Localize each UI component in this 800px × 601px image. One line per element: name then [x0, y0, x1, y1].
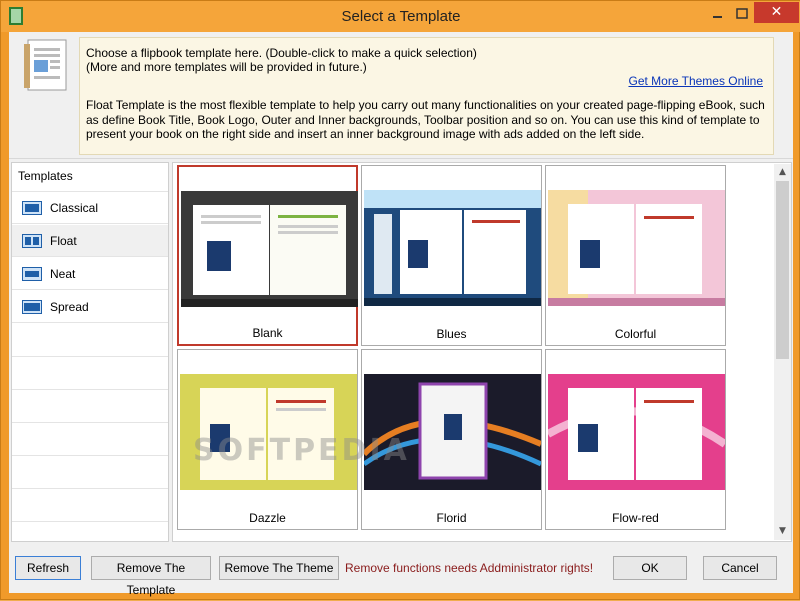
list-header: Templates [18, 169, 73, 183]
info-box: Choose a flipbook template here. (Double… [79, 37, 774, 155]
neat-template-icon [22, 267, 42, 281]
maximize-icon[interactable] [729, 3, 755, 25]
admin-rights-warning: Remove functions needs Addministrator ri… [345, 561, 594, 575]
template-name: Dazzle [249, 511, 286, 525]
divider [12, 521, 168, 522]
template-thumbnail [548, 190, 725, 306]
template-tile-flow-red[interactable]: Flow-red [545, 349, 726, 530]
template-thumbnail [180, 374, 357, 490]
divider [12, 389, 168, 390]
category-item-classical[interactable]: Classical [12, 192, 168, 224]
category-label: Neat [50, 267, 76, 281]
document-icon [24, 39, 67, 91]
ok-button[interactable]: OK [613, 556, 687, 580]
scrollbar-thumb[interactable] [776, 181, 789, 359]
info-note: (More and more templates will be provide… [86, 60, 367, 74]
category-label: Float [50, 234, 77, 248]
category-label: Spread [50, 300, 89, 314]
vertical-scrollbar[interactable]: ▲ ▼ [774, 164, 791, 540]
template-thumbnail [364, 190, 541, 306]
cancel-button[interactable]: Cancel [703, 556, 777, 580]
template-thumbnail [548, 374, 725, 490]
template-name: Blank [252, 326, 283, 340]
template-thumbnail [364, 374, 541, 490]
float-template-icon [22, 234, 42, 248]
dialog-client: Choose a flipbook template here. (Double… [9, 32, 793, 597]
divider [12, 455, 168, 456]
remove-theme-button[interactable]: Remove The Theme [219, 556, 339, 580]
divider [12, 356, 168, 357]
template-name: Florid [436, 511, 467, 525]
get-more-themes-link[interactable]: Get More Themes Online [628, 74, 763, 88]
spread-template-icon [22, 300, 42, 314]
scroll-down-icon[interactable]: ▼ [774, 523, 791, 540]
template-name: Flow-red [612, 511, 659, 525]
classical-template-icon [22, 201, 42, 215]
template-category-list: Templates Classical Float Neat Spread [11, 162, 169, 542]
template-thumbnail [181, 191, 358, 307]
dialog-window: Select a Template ✕ Choose a flipbook te… [0, 0, 800, 600]
template-name: Colorful [614, 327, 657, 341]
divider [12, 422, 168, 423]
scroll-up-icon[interactable]: ▲ [774, 164, 791, 181]
window-title: Select a Template [341, 8, 461, 25]
template-name: Blues [436, 327, 467, 341]
template-tile-blank[interactable]: Blank [177, 165, 358, 346]
category-item-float[interactable]: Float [12, 225, 168, 257]
template-tile-blues[interactable]: Blues [361, 165, 542, 346]
minimize-icon[interactable] [704, 3, 730, 25]
title-bar[interactable]: Select a Template ✕ [1, 1, 800, 32]
divider [9, 158, 793, 159]
category-item-neat[interactable]: Neat [12, 258, 168, 290]
watermark: SOFTPEDIA [193, 433, 410, 468]
category-label: Classical [50, 201, 99, 215]
category-item-spread[interactable]: Spread [12, 291, 168, 323]
template-tile-colorful[interactable]: Colorful [545, 165, 726, 346]
template-description: Float Template is the most flexible temp… [86, 98, 765, 141]
remove-template-button[interactable]: Remove The Template [91, 556, 211, 597]
info-instruction: Choose a flipbook template here. (Double… [86, 46, 477, 60]
divider [12, 488, 168, 489]
close-button[interactable]: ✕ [754, 2, 799, 23]
template-gallery: Blank Blues Colorful Dazzle Florid Flow-… [172, 162, 792, 542]
refresh-button[interactable]: Refresh [15, 556, 81, 580]
